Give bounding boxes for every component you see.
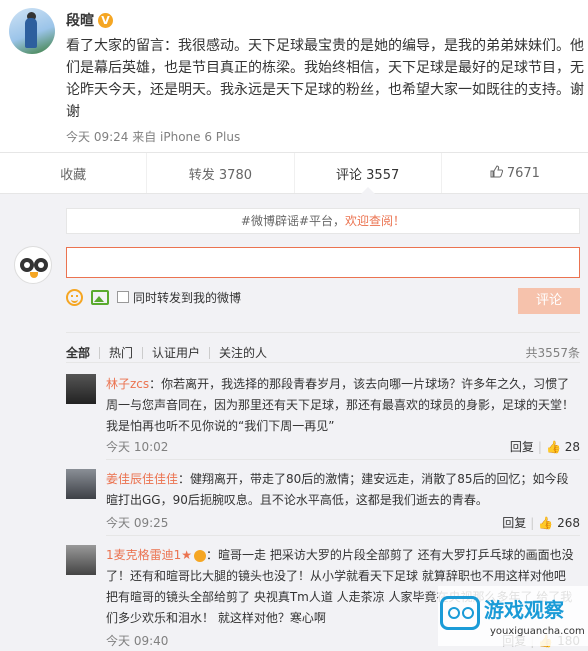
comment-body: 姜佳辰佳佳佳：健翔离开，带走了80后的激情；建安远走，消散了85后的回忆；如今段… (106, 469, 580, 511)
comment-input[interactable] (66, 247, 580, 278)
reply-button[interactable]: 回复 (502, 516, 526, 530)
like-button[interactable]: 7671 (442, 153, 588, 193)
avatar-eye-right (34, 258, 48, 272)
author-name[interactable]: 段暄 (66, 10, 94, 30)
favorite-button[interactable]: 收藏 (0, 153, 148, 193)
verified-badge-icon: V (98, 12, 113, 28)
comment-section: #微博辟谣#平台，欢迎查阅！ 同时转发到我的微博 评论 全部 热门 认证用户 关… (0, 194, 588, 651)
notice-link[interactable]: 欢迎查阅！ (345, 214, 405, 228)
commenter-avatar[interactable] (66, 469, 96, 499)
commenter-name[interactable]: 林子zcs (106, 377, 149, 391)
author-avatar[interactable] (9, 8, 55, 54)
comment-body: 林子zcs：你若离开，我选择的那段青春岁月，该去向哪一片球场？许多年之久，习惯了… (106, 374, 580, 437)
like-count: 7671 (506, 165, 540, 181)
author-name-row: 段暄 V (66, 10, 113, 30)
repost-label: 转发 3780 (188, 167, 252, 183)
comment-footer: 今天 09:25 回复 | 👍 268 (106, 514, 580, 531)
comment-time: 今天 09:40 (106, 634, 169, 648)
favorite-label: 收藏 (60, 167, 87, 183)
avatar-pupil (24, 262, 30, 268)
repost-button[interactable]: 转发 3780 (147, 153, 295, 193)
comment-actions: 回复 | 👍 28 (510, 438, 580, 455)
avatar-pupil (38, 262, 44, 268)
rumor-notice: #微博辟谣#平台，欢迎查阅！ (66, 208, 580, 234)
separator: | (537, 440, 542, 454)
commenter-name[interactable]: 姜佳辰佳佳佳 (106, 472, 178, 486)
also-repost-label: 同时转发到我的微博 (133, 290, 242, 305)
post-action-bar: 收藏 转发 3780 评论 3557 7671 (0, 152, 588, 194)
comment-like-icon[interactable]: 👍 (546, 440, 561, 454)
comment-count: 共3557条 (525, 346, 580, 360)
tab-verified[interactable]: 认证用户 (142, 346, 209, 359)
emoji-icon[interactable] (66, 288, 83, 306)
image-icon[interactable] (91, 289, 109, 305)
reply-button[interactable]: 回复 (510, 440, 534, 454)
separator: | (530, 516, 535, 530)
tab-hot[interactable]: 热门 (99, 346, 142, 359)
watermark-url: youxiguancha.com (490, 626, 585, 637)
weibo-post: 段暄 V 看了大家的留言：我很感动。天下足球最宝贵的是她的编导，是我的弟弟妹妹们… (0, 0, 588, 152)
commenter-name[interactable]: 1麦克格雷迪1 (106, 548, 181, 562)
divider (106, 459, 580, 460)
notice-text: #微博辟谣#平台， (240, 214, 346, 228)
comment-text: ：你若离开，我选择的那段青春岁月，该去向哪一片球场？许多年之久，习惯了周一与您声… (106, 377, 575, 433)
commenter-avatar[interactable] (66, 374, 96, 404)
comment-button[interactable]: 评论 3557 (295, 153, 442, 194)
current-user-avatar[interactable] (14, 246, 52, 284)
comment-time: 今天 09:25 (106, 516, 169, 530)
also-repost-checkbox[interactable] (117, 291, 129, 303)
tab-all[interactable]: 全部 (66, 347, 99, 359)
avatar-beak (30, 272, 38, 278)
comment-actions: 回复 | 👍 268 (502, 514, 580, 531)
crown-icon (194, 549, 207, 562)
avatar-eye-left (20, 258, 34, 272)
post-text: 看了大家的留言：我很感动。天下足球最宝贵的是她的编导，是我的弟弟妹妹们。他们是幕… (66, 38, 584, 120)
comment-like-count: 268 (557, 516, 580, 530)
comment-like-icon[interactable]: 👍 (538, 516, 553, 530)
submit-comment-button[interactable]: 评论 (518, 288, 580, 314)
post-meta: 今天 09:24 来自 iPhone 6 Plus (66, 130, 241, 144)
comment-time: 今天 10:02 (106, 440, 169, 454)
divider (66, 332, 580, 333)
comment-tools: 同时转发到我的微博 (66, 287, 241, 307)
comment-footer: 今天 10:02 回复 | 👍 28 (106, 438, 580, 455)
comment-label: 评论 3557 (336, 167, 400, 183)
comment-like-count: 28 (564, 440, 580, 454)
site-watermark: 游戏观察 youxiguancha.com (438, 586, 588, 646)
divider (66, 362, 580, 363)
tab-following[interactable]: 关注的人 (209, 346, 276, 359)
gamepad-logo-icon (440, 596, 480, 630)
divider (106, 535, 580, 536)
star-icon: ★ (181, 548, 193, 562)
commenter-avatar[interactable] (66, 545, 96, 575)
comment-filter-tabs: 全部 热门 认证用户 关注的人 共3557条 (66, 344, 580, 361)
watermark-title: 游戏观察 (484, 598, 564, 622)
avatar-figure-body (25, 18, 37, 48)
thumbs-up-icon (490, 164, 503, 182)
